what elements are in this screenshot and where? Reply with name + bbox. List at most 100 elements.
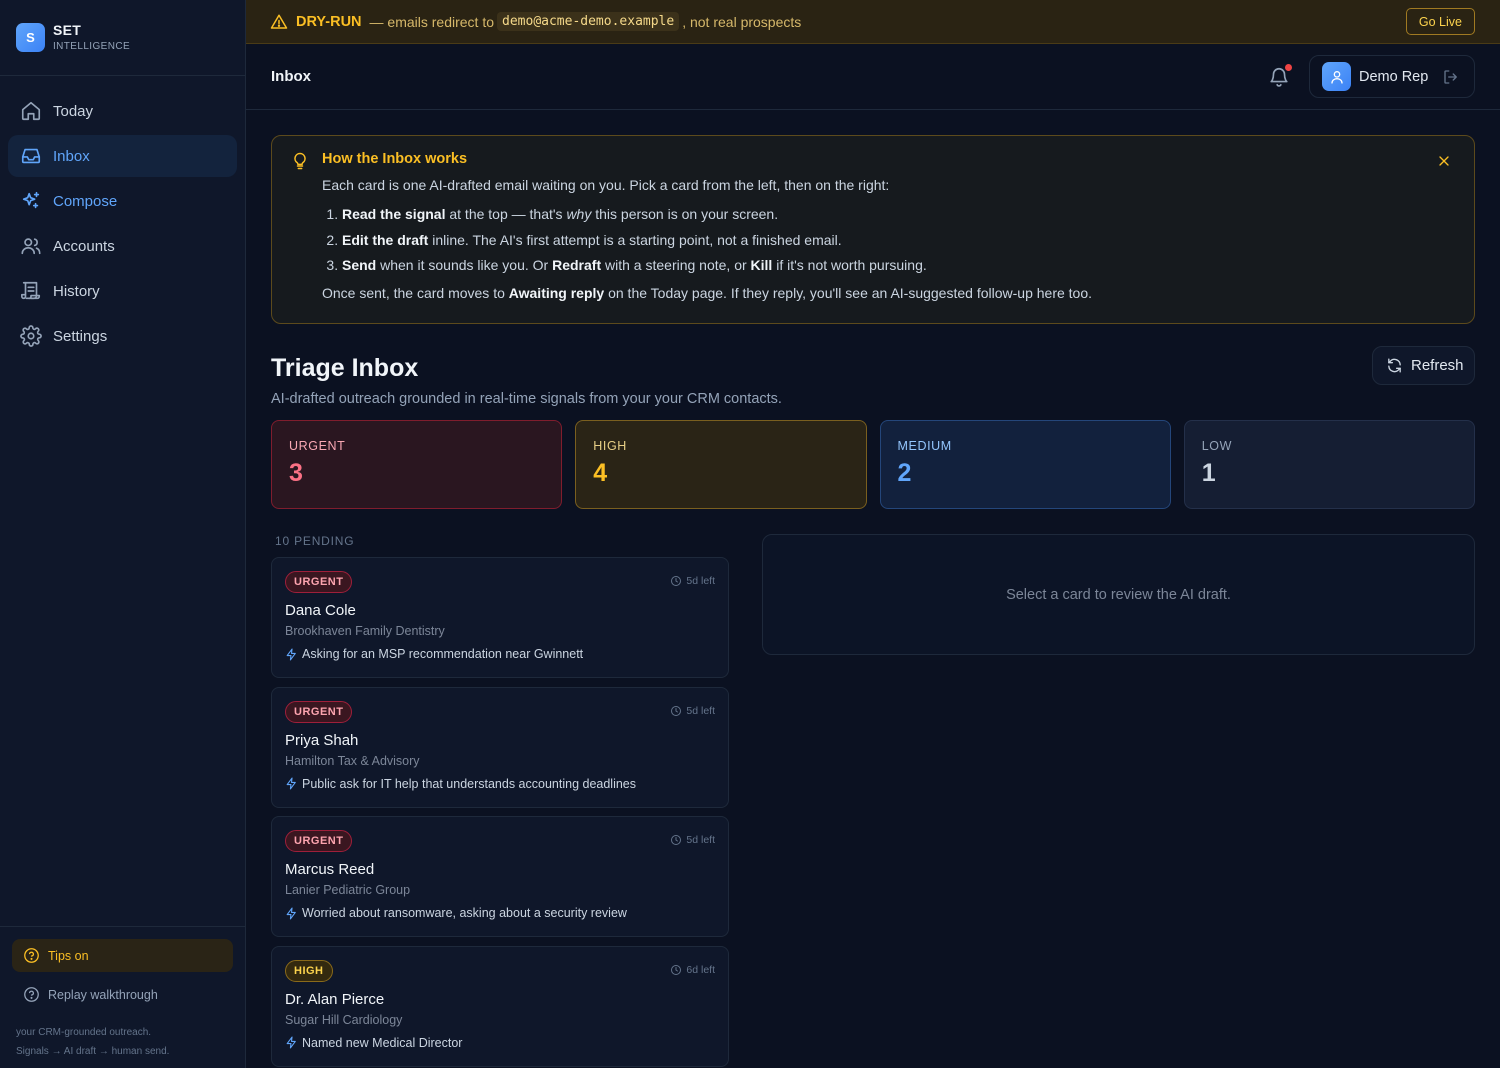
main-nav: Today Inbox Compose Accounts History Set… bbox=[0, 76, 245, 357]
tips-toggle[interactable]: Tips on bbox=[12, 939, 233, 972]
signal-line: Asking for an MSP recommendation near Gw… bbox=[285, 647, 728, 661]
inbox-icon bbox=[21, 148, 41, 164]
brand-name: SET bbox=[53, 22, 82, 39]
contact-org: Hamilton Tax & Advisory bbox=[285, 753, 420, 768]
stat-value: 2 bbox=[897, 459, 912, 487]
page-title: Inbox bbox=[271, 68, 311, 85]
stat-label: MEDIUM bbox=[897, 439, 952, 453]
sidebar-footer: Tips on Replay walkthrough your CRM-grou… bbox=[0, 926, 245, 1068]
nav-label: History bbox=[53, 282, 100, 300]
redirect-email: demo@acme-demo.example bbox=[497, 12, 680, 31]
user-icon bbox=[1330, 70, 1343, 84]
lightning-icon bbox=[286, 648, 296, 660]
step-edit-draft: Edit the draft inline. The AI's first at… bbox=[342, 228, 1474, 254]
dry-run-banner: DRY-RUN — emails redirect to demo@acme-d… bbox=[246, 0, 1500, 44]
stat-value: 3 bbox=[289, 459, 303, 487]
brand-subtitle: INTELLIGENCE bbox=[53, 40, 131, 52]
priority-badge: URGENT bbox=[285, 830, 353, 852]
contact-org: Sugar Hill Cardiology bbox=[285, 1012, 403, 1027]
tagline-line-1: your CRM-grounded outreach. bbox=[16, 1027, 152, 1038]
stat-low[interactable]: LOW 1 bbox=[1183, 420, 1475, 509]
nav-item-settings[interactable]: Settings bbox=[8, 315, 237, 357]
priority-stats: URGENT 3 HIGH 4 MEDIUM 2 LOW 1 bbox=[271, 420, 1475, 509]
scroll-icon bbox=[21, 281, 41, 300]
contact-org: Lanier Pediatric Group bbox=[285, 883, 411, 897]
replay-walkthrough-button[interactable]: Replay walkthrough bbox=[12, 978, 233, 1011]
priority-badge: HIGH bbox=[285, 959, 333, 982]
nav-item-accounts[interactable]: Accounts bbox=[8, 225, 237, 267]
lightbulb-icon bbox=[294, 152, 306, 170]
callout-title: How the Inbox works bbox=[322, 151, 468, 167]
dry-run-label: DRY-RUN bbox=[296, 13, 362, 30]
home-icon bbox=[21, 101, 41, 121]
sidebar-tagline: your CRM-grounded outreach. Signals → AI… bbox=[12, 1023, 233, 1061]
section-title: Triage Inbox bbox=[271, 354, 419, 382]
time-left: 5d left bbox=[670, 575, 715, 587]
inbox-body: 10 PENDING URGENT 5d left Dana Cole Broo… bbox=[271, 534, 1475, 1067]
close-icon[interactable] bbox=[1436, 153, 1452, 169]
logout-icon[interactable] bbox=[1442, 68, 1460, 86]
go-live-button[interactable]: Go Live bbox=[1405, 8, 1475, 35]
triage-header: Triage Inbox AI-drafted outreach grounde… bbox=[271, 324, 1475, 419]
nav-item-inbox[interactable]: Inbox bbox=[8, 135, 237, 177]
step-send: Send when it sounds like you. Or Redraft… bbox=[342, 253, 1474, 279]
stat-label: LOW bbox=[1201, 439, 1233, 453]
nav-label: Inbox bbox=[53, 147, 90, 165]
avatar bbox=[1322, 62, 1351, 91]
draft-card[interactable]: URGENT 5d left Dana Cole Brookhaven Fami… bbox=[271, 557, 729, 678]
gear-icon bbox=[20, 325, 42, 347]
user-menu[interactable]: Demo Rep bbox=[1309, 55, 1475, 98]
detail-placeholder: Select a card to review the AI draft. bbox=[1006, 586, 1231, 603]
clock-icon bbox=[671, 576, 682, 586]
nav-item-history[interactable]: History bbox=[8, 270, 237, 312]
stat-medium[interactable]: MEDIUM 2 bbox=[879, 420, 1171, 509]
tagline-line-2: Signals → AI draft → human send. bbox=[16, 1046, 170, 1057]
notifications-button[interactable] bbox=[1268, 64, 1292, 88]
nav-item-today[interactable]: Today bbox=[8, 90, 237, 132]
stat-value: 1 bbox=[1201, 459, 1216, 487]
banner-text-after: , not real prospects bbox=[682, 13, 802, 30]
clock-icon bbox=[671, 705, 682, 716]
stat-urgent[interactable]: URGENT 3 bbox=[271, 420, 563, 509]
signal-line: Public ask for IT help that understands … bbox=[285, 777, 728, 791]
nav-label: Settings bbox=[53, 327, 108, 345]
step-read-signal: Read the signal at the top — that's why … bbox=[342, 202, 1474, 228]
priority-badge: URGENT bbox=[285, 700, 353, 723]
nav-label: Today bbox=[53, 102, 94, 120]
contact-name: Dr. Alan Pierce bbox=[285, 990, 385, 1008]
lightning-icon bbox=[286, 907, 296, 919]
users-icon bbox=[21, 238, 41, 255]
main-content: How the Inbox works Each card is one AI-… bbox=[271, 135, 1475, 1068]
nav-label: Accounts bbox=[53, 237, 115, 255]
lightning-icon bbox=[286, 777, 296, 790]
contact-org: Brookhaven Family Dentistry bbox=[285, 624, 445, 638]
refresh-label: Refresh bbox=[1411, 357, 1464, 374]
help-circle-icon bbox=[24, 948, 39, 963]
help-circle-icon bbox=[24, 987, 39, 1002]
stat-high[interactable]: HIGH 4 bbox=[575, 420, 867, 509]
stat-value: 4 bbox=[593, 459, 608, 487]
stat-label: HIGH bbox=[593, 439, 627, 453]
draft-card[interactable]: URGENT 5d left Priya Shah Hamilton Tax &… bbox=[271, 686, 729, 808]
top-header: Inbox Demo Rep bbox=[246, 44, 1500, 110]
draft-card[interactable]: URGENT 5d left Marcus Reed Lanier Pediat… bbox=[271, 816, 729, 937]
time-left: 5d left bbox=[670, 705, 715, 717]
callout-steps: Read the signal at the top — that's why … bbox=[322, 202, 1474, 279]
draft-card[interactable]: HIGH 6d left Dr. Alan Pierce Sugar Hill … bbox=[271, 945, 729, 1067]
notification-dot bbox=[1285, 64, 1292, 71]
nav-item-compose[interactable]: Compose bbox=[8, 180, 237, 222]
refresh-icon bbox=[1388, 358, 1401, 373]
priority-badge: URGENT bbox=[285, 571, 353, 593]
tips-label: Tips on bbox=[48, 948, 89, 963]
how-inbox-works-callout: How the Inbox works Each card is one AI-… bbox=[271, 135, 1475, 324]
refresh-button[interactable]: Refresh bbox=[1372, 346, 1475, 385]
section-subtitle: AI-drafted outreach grounded in real-tim… bbox=[271, 391, 782, 407]
clock-icon bbox=[671, 835, 682, 845]
time-left: 6d left bbox=[670, 964, 715, 976]
time-left: 5d left bbox=[670, 834, 715, 846]
callout-footer: Once sent, the card moves to Awaiting re… bbox=[322, 284, 1093, 301]
nav-label: Compose bbox=[53, 192, 118, 210]
draft-detail-panel: Select a card to review the AI draft. bbox=[762, 534, 1475, 655]
warning-icon bbox=[270, 14, 288, 29]
signal-line: Worried about ransomware, asking about a… bbox=[285, 906, 728, 920]
